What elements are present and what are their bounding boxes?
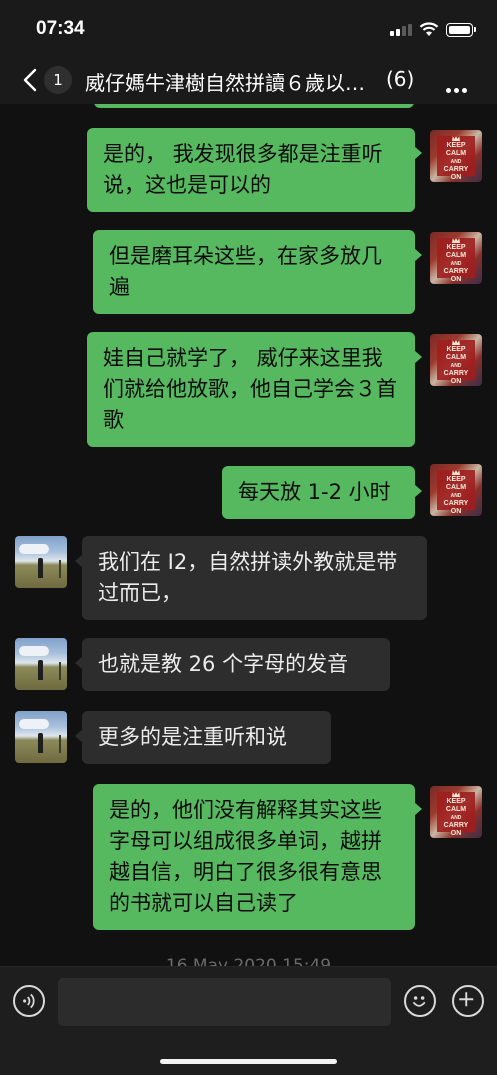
emoji-icon[interactable] xyxy=(404,985,436,1017)
member-count[interactable]: (6) xyxy=(386,67,414,91)
avatar[interactable]: KEEP CALM AND CARRY ON xyxy=(430,232,482,284)
message-input[interactable] xyxy=(58,978,391,1026)
message-list[interactable]: 是的， 我发现很多都是注重听说，这也是可以的 KEEP CALM AND CARRY O… xyxy=(0,104,497,966)
message-bubble-incoming[interactable]: 也就是教 26 个字母的发音 xyxy=(75,638,390,691)
message-bubble-outgoing[interactable]: 是的， 我发现很多都是注重听说，这也是可以的 xyxy=(87,128,422,212)
status-time: 07:34 xyxy=(36,18,85,39)
message-bubble-outgoing[interactable]: 娃自己就学了， 威仔来这里我们就给他放歌，他自己学会３首歌 xyxy=(87,332,422,447)
message-bubble-outgoing[interactable]: 但是磨耳朵这些，在家多放几遍 xyxy=(93,230,422,314)
voice-icon[interactable] xyxy=(13,985,45,1017)
signal-icon xyxy=(390,24,412,36)
message-bubble-incoming[interactable]: 更多的是注重听和说 xyxy=(75,711,331,764)
avatar[interactable]: KEEP CALM AND CARRY ON xyxy=(430,464,482,516)
timestamp: 16 May 2020 15:49 xyxy=(165,956,332,966)
unread-badge[interactable]: 1 xyxy=(44,66,72,94)
message-bubble-incoming[interactable]: 我们在 I2，自然拼读外教就是带过而已， xyxy=(75,536,427,620)
avatar[interactable]: KEEP CALM AND CARRY ON xyxy=(430,786,482,838)
battery-icon xyxy=(446,23,476,37)
avatar[interactable]: KEEP CALM AND CARRY ON xyxy=(430,130,482,182)
avatar[interactable] xyxy=(15,711,67,763)
status-bar: 07:34 xyxy=(0,0,497,58)
message-bubble-outgoing[interactable]: 是的，他们没有解释其实这些字母可以组成很多单词，越拼越自信，明白了很多很有意思的… xyxy=(93,784,422,930)
wifi-icon xyxy=(419,22,439,36)
home-indicator[interactable] xyxy=(160,1059,337,1064)
plus-icon[interactable] xyxy=(452,985,484,1017)
more-dots-icon[interactable] xyxy=(446,78,472,97)
partial-message-bubble xyxy=(94,104,414,108)
input-bar xyxy=(0,966,497,1075)
chevron-left-icon[interactable] xyxy=(20,67,42,93)
avatar[interactable]: KEEP CALM AND CARRY ON xyxy=(430,334,482,386)
chat-header: 1 威仔媽牛津樹自然拼讀６歲以… (6) xyxy=(0,58,497,104)
avatar[interactable] xyxy=(15,536,67,588)
avatar[interactable] xyxy=(15,638,67,690)
message-bubble-outgoing[interactable]: 每天放 1-2 小时 xyxy=(222,466,422,519)
chat-title[interactable]: 威仔媽牛津樹自然拼讀６歲以… xyxy=(85,67,375,96)
